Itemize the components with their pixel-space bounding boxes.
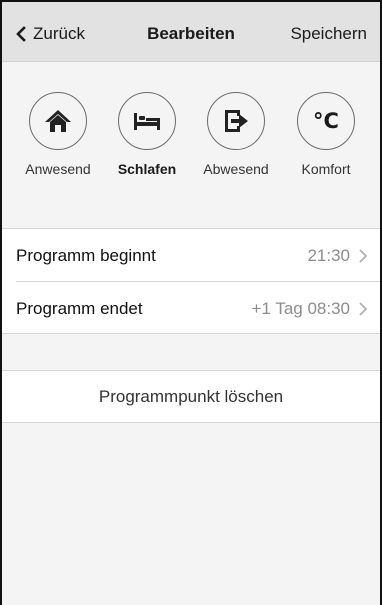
mode-label: Komfort bbox=[301, 161, 351, 177]
mode-komfort[interactable]: °C Komfort bbox=[281, 92, 371, 177]
bed-icon bbox=[134, 113, 160, 130]
mode-abwesend[interactable]: Abwesend bbox=[191, 92, 281, 177]
mode-label: Anwesend bbox=[25, 161, 91, 177]
mode-circle: °C bbox=[297, 92, 355, 150]
exit-icon bbox=[225, 110, 248, 132]
program-start-label: Programm beginnt bbox=[16, 245, 156, 265]
mode-anwesend[interactable]: Anwesend bbox=[13, 92, 103, 177]
mode-schlafen[interactable]: Schlafen bbox=[102, 92, 192, 177]
program-end-row[interactable]: Programm endet +1 Tag 08:30 bbox=[2, 282, 380, 335]
delete-section: Programmpunkt löschen bbox=[2, 370, 380, 423]
back-button[interactable]: Zurück bbox=[13, 24, 85, 44]
save-button[interactable]: Speichern bbox=[290, 24, 367, 44]
program-start-value: 21:30 bbox=[307, 245, 350, 265]
mode-label: Schlafen bbox=[117, 161, 177, 177]
chevron-right-icon bbox=[359, 302, 368, 316]
navigation-bar: Zurück Bearbeiten Speichern bbox=[2, 2, 380, 62]
home-icon bbox=[45, 110, 71, 132]
delete-program-point-button[interactable]: Programmpunkt löschen bbox=[2, 371, 380, 422]
chevron-left-icon bbox=[16, 26, 26, 42]
program-end-value: +1 Tag 08:30 bbox=[251, 298, 350, 318]
mode-circle bbox=[207, 92, 265, 150]
program-settings: Programm beginnt 21:30 Programm endet +1… bbox=[2, 228, 380, 334]
program-end-label: Programm endet bbox=[16, 298, 143, 318]
program-start-row[interactable]: Programm beginnt 21:30 bbox=[2, 229, 380, 282]
mode-selector: Anwesend Schlafen Abwesend °C Komfort bbox=[2, 92, 380, 197]
back-label: Zurück bbox=[33, 24, 85, 43]
mode-circle bbox=[29, 92, 87, 150]
mode-label: Abwesend bbox=[203, 161, 269, 177]
mode-circle bbox=[118, 92, 176, 150]
celsius-icon: °C bbox=[313, 109, 339, 133]
chevron-right-icon bbox=[359, 249, 368, 263]
app-frame: Zurück Bearbeiten Speichern Anwesend Sch… bbox=[0, 0, 382, 605]
